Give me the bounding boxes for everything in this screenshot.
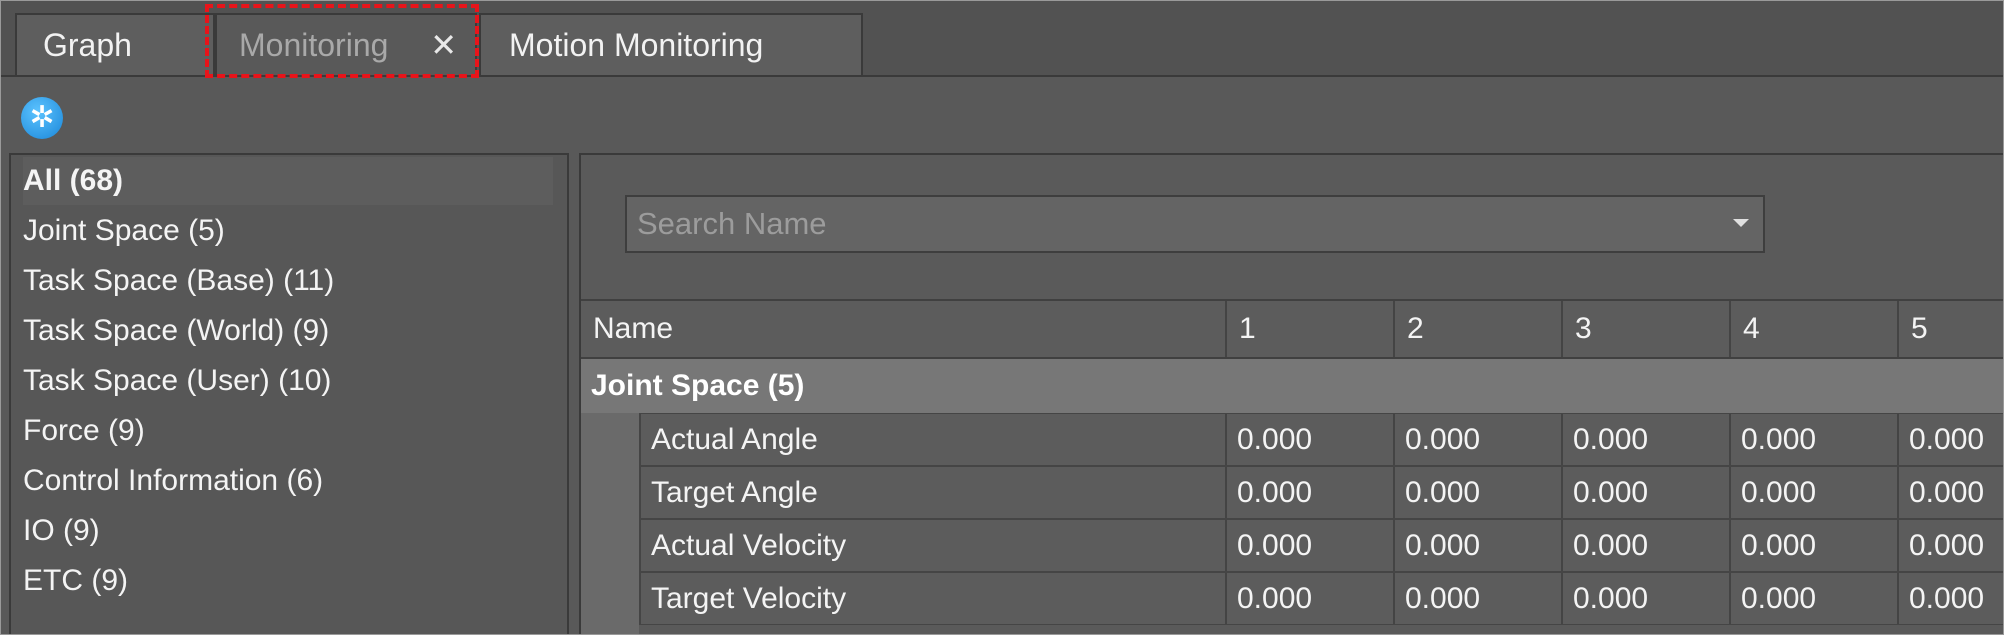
table-header: Name 1 2 3 4 5 [581,299,2003,359]
row-value-4: 0.000 [1731,573,1899,624]
row-value-2: 0.000 [1395,520,1563,571]
row-value-5: 0.000 [1909,582,1985,615]
tab-bar: Graph Motion Monitoring Monitoring ✕ [1,1,2003,78]
tab-monitoring[interactable]: Monitoring ✕ [215,13,477,75]
column-header-3[interactable]: 3 [1563,301,1731,357]
row-value-3: 0.000 [1563,520,1731,571]
monitoring-window: Graph Motion Monitoring Monitoring ✕ ✲ A… [0,0,2004,635]
category-item-joint-space[interactable]: Joint Space (5) [23,207,553,255]
row-value-4: 0.000 [1731,414,1899,465]
close-icon[interactable]: ✕ [430,15,457,75]
tab-graph-label: Graph [43,27,132,63]
row-value-5: 0.000 [1909,423,1985,456]
table-row[interactable]: Actual Angle 0.000 0.000 0.000 0.000 0.0… [639,413,2003,466]
category-item-control-information[interactable]: Control Information (6) [23,457,553,505]
settings-icon[interactable]: ✲ [21,97,63,139]
row-value-2: 0.000 [1395,467,1563,518]
row-value-1: 0.000 [1227,467,1395,518]
group-indent [581,413,639,634]
row-value-5: 0.000 [1909,476,1985,509]
search-input[interactable] [627,197,1717,251]
tab-motion-monitoring-label: Motion Monitoring [509,27,764,63]
row-name: Actual Velocity [641,520,1227,571]
category-item-all[interactable]: All (68) [23,157,553,205]
column-header-5[interactable]: 5 [1899,301,2003,357]
table-row[interactable]: Target Velocity 0.000 0.000 0.000 0.000 … [639,572,2003,625]
row-name: Target Angle [641,467,1227,518]
tab-monitoring-label: Monitoring [239,27,389,63]
row-value-5: 0.000 [1909,529,1985,562]
category-item-task-space-world[interactable]: Task Space (World) (9) [23,307,553,355]
table-row[interactable]: Actual Velocity 0.000 0.000 0.000 0.000 … [639,519,2003,572]
category-item-etc[interactable]: ETC (9) [23,557,553,605]
chevron-down-icon[interactable] [1733,219,1749,227]
row-value-3: 0.000 [1563,573,1731,624]
row-value-2: 0.000 [1395,414,1563,465]
category-list: All (68) Joint Space (5) Task Space (Bas… [9,153,569,634]
row-name: Target Velocity [641,573,1227,624]
column-header-1[interactable]: 1 [1227,301,1395,357]
row-name: Actual Angle [641,414,1227,465]
group-row-joint-space[interactable]: Joint Space (5) [581,359,2003,413]
column-header-4[interactable]: 4 [1731,301,1899,357]
column-header-name[interactable]: Name [581,301,1227,357]
row-value-2: 0.000 [1395,573,1563,624]
category-item-force[interactable]: Force (9) [23,407,553,455]
category-item-task-space-user[interactable]: Task Space (User) (10) [23,357,553,405]
column-header-2[interactable]: 2 [1395,301,1563,357]
row-value-4: 0.000 [1731,520,1899,571]
row-value-3: 0.000 [1563,414,1731,465]
tab-graph[interactable]: Graph [15,13,215,75]
tab-bar-divider [1,75,2003,77]
monitoring-panel: Name 1 2 3 4 5 Joint Space (5) Actual An… [579,153,2003,634]
tab-motion-monitoring[interactable]: Motion Monitoring [479,13,863,75]
row-value-1: 0.000 [1227,573,1395,624]
row-value-1: 0.000 [1227,414,1395,465]
table-row[interactable]: Target Angle 0.000 0.000 0.000 0.000 0.0… [639,466,2003,519]
category-item-task-space-base[interactable]: Task Space (Base) (11) [23,257,553,305]
row-value-3: 0.000 [1563,467,1731,518]
row-value-4: 0.000 [1731,467,1899,518]
category-item-io[interactable]: IO (9) [23,507,553,555]
search-combobox[interactable] [625,195,1765,253]
row-value-1: 0.000 [1227,520,1395,571]
